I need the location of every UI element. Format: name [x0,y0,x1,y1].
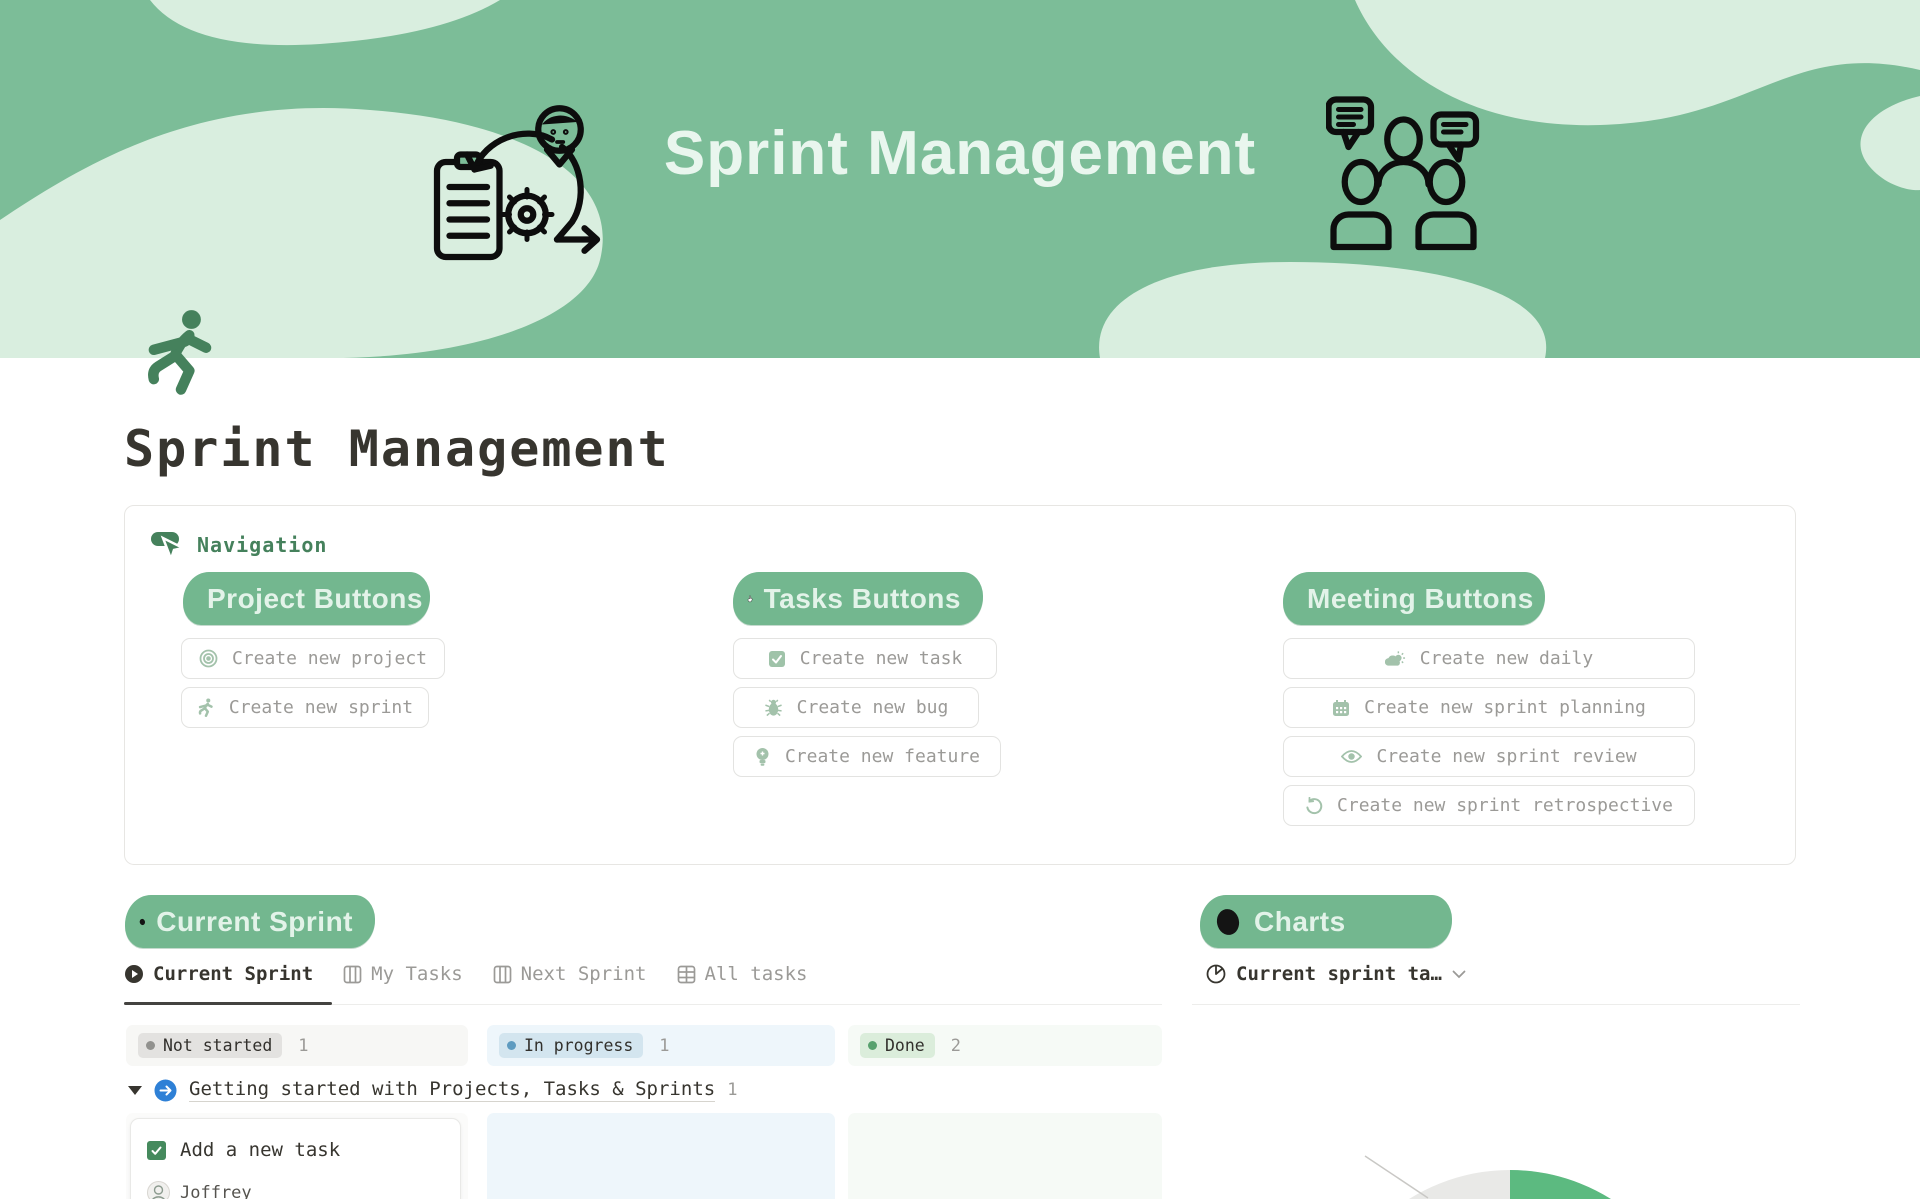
current-sprint-heading[interactable]: Current Sprint [125,895,375,948]
active-tab-underline [124,1002,332,1005]
tab-next-sprint[interactable]: Next Sprint [493,963,647,985]
tasks-buttons-heading[interactable]: Tasks Buttons [733,572,983,625]
bug-icon [764,698,783,717]
label-connector-line [1365,1156,1428,1198]
meeting-illustration [1326,92,1481,252]
sprint-cycle-illustration [432,92,607,267]
status-label: Done [885,1036,925,1055]
table-icon [677,965,696,984]
group-count: 1 [727,1080,737,1100]
chart-view-tab[interactable]: Current sprint ta… [1206,963,1466,985]
task-card[interactable]: Add a new task Joffrey [130,1118,461,1199]
calendar-icon [1332,699,1350,717]
group-title: Tasks Buttons [764,583,961,615]
button-label: Create new sprint [229,697,413,718]
checkbox-icon [768,650,786,668]
button-label: Create new task [800,648,963,669]
sprint-arrow-icon [154,1079,177,1102]
create-new-sprint-button[interactable]: Create new sprint [181,687,429,728]
retrospective-icon [1305,797,1323,815]
tab-my-tasks[interactable]: My Tasks [343,963,463,985]
bulb-icon [754,747,771,767]
column-header-done[interactable]: Done 2 [848,1025,1162,1066]
button-label: Create new feature [785,746,980,767]
create-new-sprint-review-button[interactable]: Create new sprint review [1283,736,1695,777]
project-buttons-heading[interactable]: Project Buttons [183,572,430,625]
column-body-done [848,1113,1162,1199]
column-header-not-started[interactable]: Not started 1 [126,1025,468,1066]
sprint-management-page: Sprint Management Sprint Manage [0,0,1920,1199]
navigation-card: Navigation Project Buttons Create new pr… [124,505,1796,865]
board-icon [343,965,362,984]
button-label: Create new sprint retrospective [1337,795,1673,816]
tab-all-tasks[interactable]: All tasks [677,963,808,985]
status-label: In progress [524,1036,633,1055]
create-new-sprint-planning-button[interactable]: Create new sprint planning [1283,687,1695,728]
click-cursor-icon [149,528,185,562]
status-label: Not started [163,1036,272,1055]
status-dot [146,1041,155,1050]
sun-cloud-icon [1385,650,1406,668]
sprint-group-row[interactable]: Getting started with Projects, Tasks & S… [128,1078,737,1102]
task-title: Add a new task [180,1139,340,1161]
chart-tabs-divider [1192,1004,1800,1005]
cover-banner: Sprint Management [0,0,1920,358]
view-tabs: Current Sprint My Tasks Next Sprint All … [124,963,807,985]
status-dot [507,1041,516,1050]
target-icon [199,649,218,668]
create-new-sprint-retrospective-button[interactable]: Create new sprint retrospective [1283,785,1695,826]
create-new-feature-button[interactable]: Create new feature [733,736,1001,777]
group-title: Meeting Buttons [1307,583,1534,615]
navigation-label: Navigation [197,533,327,557]
eye-icon [1341,749,1362,764]
column-count: 1 [298,1036,308,1056]
create-new-task-button[interactable]: Create new task [733,638,997,679]
runner-icon [197,698,215,718]
page-icon-runner[interactable] [146,308,216,400]
column-count: 1 [659,1036,669,1056]
button-label: Create new sprint planning [1364,697,1646,718]
create-new-daily-button[interactable]: Create new daily [1283,638,1695,679]
hand-cursor-icon [747,583,754,615]
group-title: Project Buttons [207,583,423,615]
section-title: Charts [1254,906,1346,938]
column-header-in-progress[interactable]: In progress 1 [487,1025,835,1066]
assignee-donut-chart [1310,1140,1730,1199]
create-new-bug-button[interactable]: Create new bug [733,687,979,728]
button-label: Create new project [232,648,427,669]
banner-title: Sprint Management [660,118,1260,189]
button-label: Create new daily [1420,648,1593,669]
status-dot [868,1041,877,1050]
chart-tab-label: Current sprint ta… [1236,963,1442,985]
play-circle-icon [124,964,144,984]
button-label: Create new sprint review [1376,746,1636,767]
avatar [147,1181,170,1199]
assignee-name: Joffrey [180,1183,252,1199]
meeting-buttons-heading[interactable]: Meeting Buttons [1283,572,1545,625]
charts-heading[interactable]: Charts [1200,895,1452,948]
section-title: Current Sprint [156,906,353,938]
task-checkbox[interactable] [147,1141,166,1160]
black-dot-icon [1214,905,1244,939]
column-body-in-progress [487,1113,835,1199]
tab-current-sprint[interactable]: Current Sprint [124,963,313,985]
chevron-down-icon[interactable] [1452,970,1466,979]
button-label: Create new bug [797,697,949,718]
group-title[interactable]: Getting started with Projects, Tasks & S… [189,1078,715,1102]
pie-clock-icon [1206,964,1226,984]
black-dot-icon [139,905,146,939]
board-icon [493,965,512,984]
column-count: 2 [951,1036,961,1056]
page-title: Sprint Management [124,420,670,478]
collapse-triangle-icon[interactable] [128,1086,142,1095]
create-new-project-button[interactable]: Create new project [181,638,445,679]
